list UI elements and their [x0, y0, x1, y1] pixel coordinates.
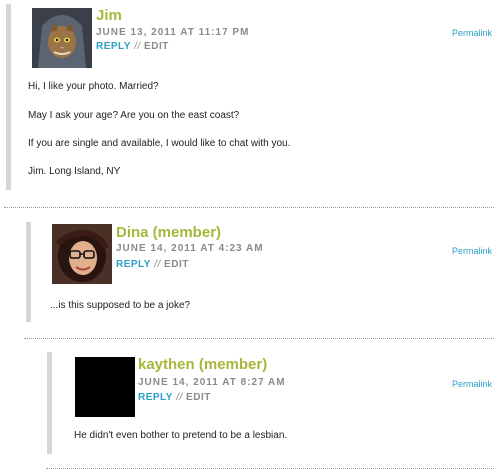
permalink-link[interactable]: Permalink [452, 28, 492, 38]
comment-line: ...is this supposed to be a joke? [50, 300, 191, 311]
edit-button[interactable]: EDIT [186, 392, 211, 403]
comment-actions: REPLY // EDIT [138, 392, 211, 403]
comment-actions: REPLY // EDIT [116, 259, 189, 270]
comment-jim: Jim JUNE 13, 2011 AT 11:17 PM REPLY // E… [0, 0, 500, 200]
comment-thread-bar [47, 352, 52, 454]
reply-button[interactable]: REPLY [138, 392, 173, 403]
comment-dina: Dina (member) JUNE 14, 2011 AT 4:23 AM R… [0, 216, 500, 328]
comment-line: Jim. Long Island, NY [28, 166, 121, 177]
comment-divider [24, 338, 494, 339]
comment-actions: REPLY // EDIT [96, 41, 169, 52]
edit-button[interactable]: EDIT [164, 259, 189, 270]
comment-line: He didn't even bother to pretend to be a… [74, 430, 288, 441]
avatar-dina[interactable] [52, 224, 112, 284]
comment-kaythen: kaythen (member) JUNE 14, 2011 AT 8:27 A… [0, 348, 500, 468]
edit-button[interactable]: EDIT [144, 41, 169, 52]
comment-author[interactable]: Dina (member) [116, 224, 221, 241]
comment-date: JUNE 13, 2011 AT 11:17 PM [96, 27, 250, 38]
action-separator: // [176, 392, 187, 403]
woman-glasses-avatar-icon [52, 224, 112, 284]
comment-author[interactable]: Jim [96, 7, 122, 24]
avatar-jim[interactable] [32, 8, 92, 68]
comment-date: JUNE 14, 2011 AT 8:27 AM [138, 377, 286, 388]
avatar-kaythen[interactable] [75, 357, 135, 417]
comment-divider [4, 207, 494, 208]
comment-line: May I ask your age? Are you on the east … [28, 110, 240, 121]
reply-button[interactable]: REPLY [116, 259, 151, 270]
hooded-cat-avatar-icon [32, 8, 92, 68]
permalink-link[interactable]: Permalink [452, 379, 492, 389]
comment-divider [46, 468, 494, 469]
permalink-link[interactable]: Permalink [452, 246, 492, 256]
black-avatar-icon [75, 357, 135, 417]
comment-line: If you are single and available, I would… [28, 138, 291, 149]
reply-button[interactable]: REPLY [96, 41, 131, 52]
comment-date: JUNE 14, 2011 AT 4:23 AM [116, 243, 264, 254]
comment-line: Hi, I like your photo. Married? [28, 81, 159, 92]
action-separator: // [154, 259, 165, 270]
comment-thread-bar [26, 222, 31, 322]
comment-thread-bar [6, 4, 11, 190]
comment-author[interactable]: kaythen (member) [138, 356, 267, 373]
action-separator: // [134, 41, 145, 52]
